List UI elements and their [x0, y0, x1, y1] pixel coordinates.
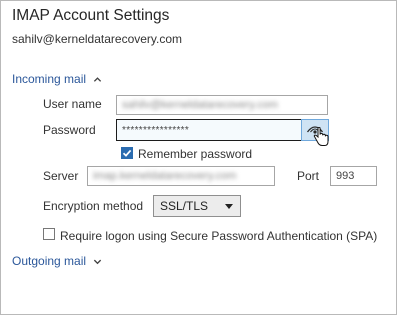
password-label: Password — [43, 123, 96, 137]
reveal-password-button[interactable] — [301, 119, 329, 141]
chevron-down-icon — [93, 259, 102, 264]
page-title: IMAP Account Settings — [12, 7, 170, 24]
user-name-label: User name — [43, 97, 102, 111]
spa-label: Require logon using Secure Password Auth… — [60, 229, 378, 243]
eye-icon — [306, 126, 324, 134]
remember-password-label: Remember password — [138, 147, 253, 161]
encryption-method-label: Encryption method — [43, 199, 144, 213]
user-name-input[interactable]: sahilv@kerneldatarecovery.com — [116, 95, 328, 115]
encryption-method-select[interactable]: SSL/TLS — [153, 195, 241, 217]
port-value: 993 — [336, 170, 355, 182]
checkmark-icon — [122, 149, 132, 157]
password-value: **************** — [122, 124, 190, 136]
account-settings-panel: IMAP Account Settings sahilv@kerneldatar… — [0, 0, 397, 315]
port-label: Port — [297, 169, 320, 183]
outgoing-mail-label: Outgoing mail — [12, 254, 87, 268]
server-value: imap.kerneldatarecovery.com — [93, 170, 237, 182]
password-input[interactable]: **************** — [116, 119, 303, 141]
chevron-up-icon — [93, 76, 102, 82]
encryption-method-value: SSL/TLS — [160, 199, 209, 213]
account-email: sahilv@kerneldatarecovery.com — [12, 32, 183, 46]
dropdown-arrow-icon — [225, 204, 233, 209]
spa-checkbox[interactable] — [43, 228, 55, 240]
incoming-mail-label: Incoming mail — [12, 72, 87, 86]
incoming-mail-toggle[interactable]: Incoming mail — [12, 72, 102, 86]
outgoing-mail-toggle[interactable]: Outgoing mail — [12, 254, 102, 268]
user-name-value: sahilv@kerneldatarecovery.com — [122, 99, 278, 111]
port-input[interactable]: 993 — [330, 166, 377, 186]
remember-password-checkbox[interactable] — [121, 147, 133, 159]
server-label: Server — [43, 169, 79, 183]
server-input[interactable]: imap.kerneldatarecovery.com — [87, 166, 275, 186]
